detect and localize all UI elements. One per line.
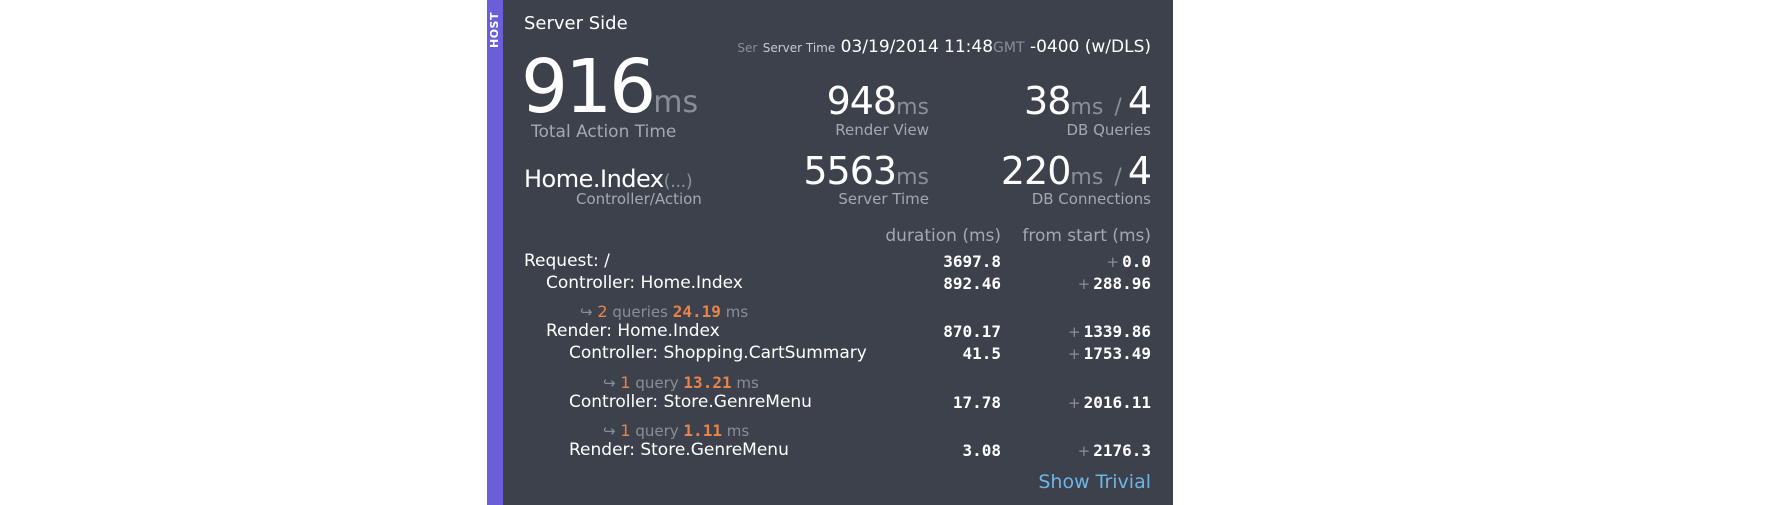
query-ms-unit: ms (725, 303, 749, 321)
sql-query-summary[interactable]: ↪ 1 query 13.21 ms (603, 373, 759, 392)
timing-row-start-value: 2176.3 (1093, 441, 1151, 460)
render-view-metric: 948ms (827, 82, 929, 120)
return-arrow-icon: ↪ (603, 422, 616, 440)
db-queries-unit: ms (1070, 95, 1104, 120)
timing-row-start-value: 1753.49 (1083, 344, 1151, 363)
db-connections-separator: / (1114, 165, 1122, 190)
return-arrow-icon: ↪ (603, 374, 616, 392)
server-time-offset: -0400 (1029, 37, 1080, 57)
query-ms-unit: ms (726, 422, 750, 440)
plus-sign: + (1067, 345, 1081, 363)
total-action-value: 916 (521, 44, 656, 130)
query-ms-unit: ms (736, 374, 759, 392)
timing-row-start: +2176.3 (1078, 441, 1151, 460)
controller-action-args: (...) (663, 171, 693, 192)
db-connections-count: 4 (1127, 149, 1152, 193)
timing-row-start-value: 288.96 (1093, 274, 1151, 293)
total-action-label: Total Action Time (531, 122, 677, 142)
timing-row-start-value: 1339.86 (1083, 322, 1151, 341)
controller-action-label: Controller/Action (576, 190, 702, 208)
duration-header: duration (ms) (885, 226, 1001, 246)
controller-action: Home.Index(...) (524, 165, 693, 193)
plus-sign: + (1077, 442, 1091, 460)
query-count: 2 (597, 302, 608, 321)
query-word: queries (612, 303, 668, 321)
host-tab-label: HOST (488, 12, 501, 48)
server-side-panel: HOST Server Side Ser Server Time 03/19/2… (487, 0, 1173, 505)
total-action-metric: 916ms (521, 50, 698, 124)
query-ms-value: 13.21 (683, 373, 732, 392)
db-queries-separator: / (1114, 95, 1122, 120)
sql-query-summary[interactable]: ↪ 2 queries 24.19 ms (580, 302, 748, 321)
plus-sign: + (1067, 323, 1081, 341)
timing-row-start: +288.96 (1078, 274, 1151, 293)
from-start-header: from start (ms) (1022, 226, 1151, 246)
timing-row-duration: 17.78 (952, 393, 1001, 412)
timing-row-label: Request: / (524, 251, 610, 271)
render-view-value: 948 (826, 79, 898, 123)
show-trivial-link[interactable]: Show Trivial (1038, 471, 1151, 493)
db-queries-label: DB Queries (1066, 121, 1151, 139)
db-queries-metric: 38ms /4 (1024, 79, 1152, 123)
host-tab[interactable]: HOST (487, 0, 503, 505)
timing-row-duration: 892.46 (943, 274, 1001, 293)
timing-row-start-value: 2016.11 (1083, 393, 1151, 412)
plus-sign: + (1077, 275, 1091, 293)
server-time-value: 03/19/2014 11:48 (840, 37, 994, 57)
panel-title: Server Side (524, 13, 628, 34)
query-ms-value: 24.19 (672, 302, 721, 321)
query-word: query (635, 374, 679, 392)
query-ms-value: 1.11 (683, 421, 722, 440)
query-count: 1 (620, 421, 631, 440)
server-time-metric-value: 5563 (803, 149, 897, 193)
timing-row-start: +2016.11 (1068, 393, 1151, 412)
timing-row-duration: 3697.8 (943, 252, 1001, 271)
return-arrow-icon: ↪ (580, 303, 593, 321)
server-time-metric-label: Server Time (838, 190, 929, 208)
timing-row-label: Render: Home.Index (546, 321, 720, 341)
timing-row-start: +1753.49 (1068, 344, 1151, 363)
timing-row-start: +0.0 (1107, 252, 1151, 271)
timing-row-label: Controller: Home.Index (546, 273, 743, 293)
timing-row-duration: 41.5 (962, 344, 1001, 363)
controller-action-name: Home.Index (524, 165, 664, 193)
timing-row-duration: 870.17 (943, 322, 1001, 341)
timing-row-label: Controller: Store.GenreMenu (569, 392, 812, 412)
query-count: 1 (620, 373, 631, 392)
server-time-dls: (w/DLS) (1084, 37, 1151, 57)
render-view-label: Render View (835, 121, 929, 139)
db-queries-count: 4 (1127, 79, 1152, 123)
plus-sign: + (1106, 253, 1120, 271)
server-time-tz: GMT (993, 40, 1025, 56)
server-time-metric: 5563ms (803, 152, 929, 190)
db-queries-value: 38 (1024, 79, 1071, 123)
server-time-metric-unit: ms (896, 165, 929, 190)
render-view-unit: ms (896, 95, 929, 120)
server-time-line: Ser Server Time 03/19/2014 11:48GMT -040… (737, 37, 1151, 57)
plus-sign: + (1067, 394, 1081, 412)
db-connections-label: DB Connections (1031, 190, 1151, 208)
server-time-label: Server Time (762, 41, 836, 55)
timing-row-duration: 3.08 (962, 441, 1001, 460)
timing-row-start: +1339.86 (1068, 322, 1151, 341)
total-action-unit: ms (653, 85, 699, 120)
db-connections-metric: 220ms /4 (1000, 149, 1152, 193)
sql-query-summary[interactable]: ↪ 1 query 1.11 ms (603, 421, 749, 440)
timing-row-label: Controller: Shopping.CartSummary (569, 343, 867, 363)
query-word: query (635, 422, 679, 440)
timing-row-start-value: 0.0 (1122, 252, 1151, 271)
db-connections-unit: ms (1070, 165, 1104, 190)
db-connections-value: 220 (1000, 149, 1072, 193)
timing-row-label: Render: Store.GenreMenu (569, 440, 789, 460)
server-time-abbr: Ser (737, 41, 758, 55)
